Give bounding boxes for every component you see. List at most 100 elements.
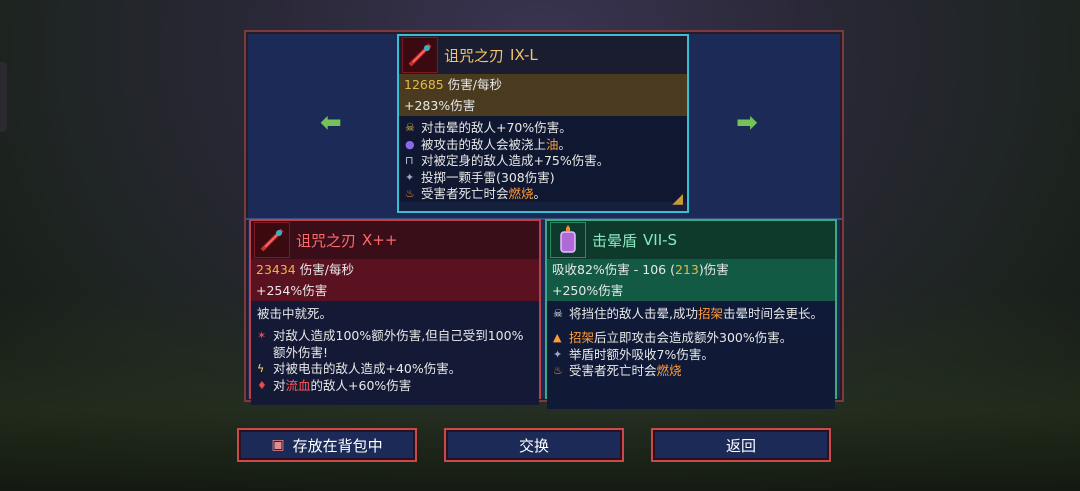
next-arrow-icon[interactable]: ➡ [736,108,758,138]
absorb-line: 吸收82%伤害 - 106 (213)伤害 [547,259,835,280]
back-label: 返回 [725,436,756,455]
effect-row: ⊓ 对被定身的敌人造成+75%伤害。 [405,153,681,170]
effect-text-part: 对被电击的敌人造成+40%伤害。 [273,361,462,376]
curse-icon: ✶ [257,329,267,342]
effect-text: 举盾时额外吸收7%伤害。 [569,347,714,364]
dps-label: 伤害/每秒 [299,262,354,277]
item-title: 诅咒之刃 IX-L [399,36,687,74]
effect-text-part: 被攻击的敌人会被浇上 [421,136,547,152]
effect-text-part: 燃烧 [656,363,682,378]
stun-skull-icon: ☠ [553,307,563,320]
item-tier: X++ [362,231,398,249]
effect-text: 对流血的敌人+60%伤害 [273,378,411,395]
item-tier: VII-S [643,231,678,249]
effect-text-part: 受害者死亡时会 [421,186,509,201]
effect-row: ✦ 举盾时额外吸收7%伤害。 [553,347,829,364]
effect-row: ♦ 对流血的敌人+60%伤害 [257,378,533,395]
effect-text-part: 。 [558,136,572,152]
effect-text-part: 对敌人造成100%额外伤害,但自己受到100%额外伤害! [273,328,524,360]
item-name: 诅咒之刃 [444,46,505,65]
curse-note: 被击中就死。 [251,301,539,324]
effect-text: 将挡住的敌人击晕,成功招架击晕时间会更长。 [569,305,823,322]
cursed-sword-icon [402,37,438,73]
effect-text-part: 对 [273,377,286,393]
effect-text-part: 流血 [285,377,311,393]
oil-orb-icon: ● [405,137,415,151]
item-name: 诅咒之刃 [296,231,357,250]
effect-text: 被攻击的敌人会被浇上油。 [421,137,571,154]
item-title: 诅咒之刃 X++ [251,221,539,259]
shield-icon [550,222,586,258]
damage-bonus: +250%伤害 [552,283,624,298]
effect-text-part: 油 [546,136,559,152]
effect-text-part: 的敌人+60%伤害 [310,377,412,393]
blood-icon: ♦ [257,378,267,392]
effect-text: 投掷一颗手雷(308伤害) [421,170,555,187]
dps-value: 23434 [256,262,296,277]
effect-text: 对被电击的敌人造成+40%伤害。 [273,361,461,378]
back-button[interactable]: 返回 [651,428,831,462]
effect-row: ✦ 投掷一颗手雷(308伤害) [405,170,681,187]
prev-arrow-icon[interactable]: ⬅ [320,108,342,138]
store-label: 存放在背包中 [292,436,383,455]
dps-line: 12685 伤害/每秒 [399,74,687,95]
swap-label: 交换 [518,436,549,455]
item-card-new: 诅咒之刃 IX-L 12685 伤害/每秒 +283%伤害 ☠ 对击晕的敌人+70… [397,34,689,213]
item-card-equipped-weapon: 诅咒之刃 X++ 23434 伤害/每秒 +254%伤害 被击中就死。 ✶ 对敌人… [249,219,541,405]
side-handle[interactable] [0,62,7,132]
damage-bonus: +283%伤害 [404,98,476,113]
effect-text-part: 。 [533,186,547,201]
corner-ornament-icon: ◢ [672,191,683,207]
effect-text-part: 燃烧 [508,186,534,201]
effect-text: 招架后立即攻击会造成额外300%伤害。 [569,330,792,347]
swap-button[interactable]: 交换 [444,428,624,462]
effect-text-part: 对被定身的敌人造成+75%伤害。 [421,153,610,168]
effect-text-part: 后立即攻击会造成额外300%伤害。 [594,330,793,345]
dps-line: 23434 伤害/每秒 [251,259,539,280]
effect-text: 对击晕的敌人+70%伤害。 [421,120,572,137]
effect-text-part: 对击晕的敌人+70%伤害。 [421,120,572,135]
fire-icon: ♨ [405,187,415,200]
item-card-equipped-shield: 击晕盾 VII-S 吸收82%伤害 - 106 (213)伤害 +250%伤害 … [545,219,837,409]
fire-icon: ♨ [553,364,563,377]
sparkle-icon: ✦ [405,170,415,184]
effect-text: 对敌人造成100%额外伤害,但自己受到100%额外伤害! [273,328,533,361]
item-stats: 12685 伤害/每秒 +283%伤害 [399,74,687,116]
store-in-backpack-button[interactable]: ▣ 存放在背包中 [237,428,417,462]
effect-text-part: 受害者死亡时会 [569,363,657,378]
effect-text-part: 投掷一颗手雷(308伤害) [421,169,555,185]
item-name: 击晕盾 [592,231,638,250]
effect-row: ● 被攻击的敌人会被浇上油。 [405,137,681,154]
effect-text-part: 招架 [569,330,595,345]
item-stats: 吸收82%伤害 - 106 (213)伤害 +250%伤害 [547,259,835,301]
effect-text-part: 击晕时间会更长。 [723,306,824,321]
effect-row: ♨ 受害者死亡时会燃烧。 [405,186,681,203]
effect-row: ▲ 招架后立即攻击会造成额外300%伤害。 [553,330,829,347]
lightning-icon: ϟ [257,362,265,375]
effect-text-part: 招架 [697,306,723,321]
effect-text-part: 将挡住的敌人击晕,成功 [569,306,698,321]
item-stats: 23434 伤害/每秒 +254%伤害 [251,259,539,301]
item-title: 击晕盾 VII-S [547,221,835,259]
item-tier: IX-L [510,46,538,64]
stun-effect: ☠ 将挡住的敌人击晕,成功招架击晕时间会更长。 [547,301,835,326]
effect-row: ☠ 对击晕的敌人+70%伤害。 [405,120,681,137]
dps-label: 伤害/每秒 [447,77,502,92]
absorb-tail: )伤害 [698,262,729,277]
stun-skull-icon: ☠ [405,121,415,134]
effect-row: ϟ 对被电击的敌人造成+40%伤害。 [257,361,533,378]
backpack-icon: ▣ [271,437,285,453]
sparkle-icon: ✦ [553,347,563,361]
effect-row: ♨ 受害者死亡时会燃烧 [553,363,829,380]
effect-list: ✶ 对敌人造成100%额外伤害,但自己受到100%额外伤害! ϟ 对被电击的敌人造成+… [251,324,539,405]
effect-text-part: 举盾时额外吸收7%伤害。 [569,346,714,362]
effect-list: ▲ 招架后立即攻击会造成额外300%伤害。 ✦ 举盾时额外吸收7%伤害。 ♨ 受害者死亡时… [547,326,835,409]
effect-text: 对被定身的敌人造成+75%伤害。 [421,153,609,170]
dps-value: 12685 [404,77,444,92]
effect-list: ☠ 对击晕的敌人+70%伤害。 ● 被攻击的敌人会被浇上油。 ⊓ 对被定身的敌人造成+75… [399,116,687,202]
cursed-sword-icon [254,222,290,258]
absorb-highlight: 213 [674,262,699,277]
absorb-text: 吸收82%伤害 - 106 ( [552,262,675,277]
damage-bonus: +254%伤害 [256,283,328,298]
effect-row: ✶ 对敌人造成100%额外伤害,但自己受到100%额外伤害! [257,328,533,361]
